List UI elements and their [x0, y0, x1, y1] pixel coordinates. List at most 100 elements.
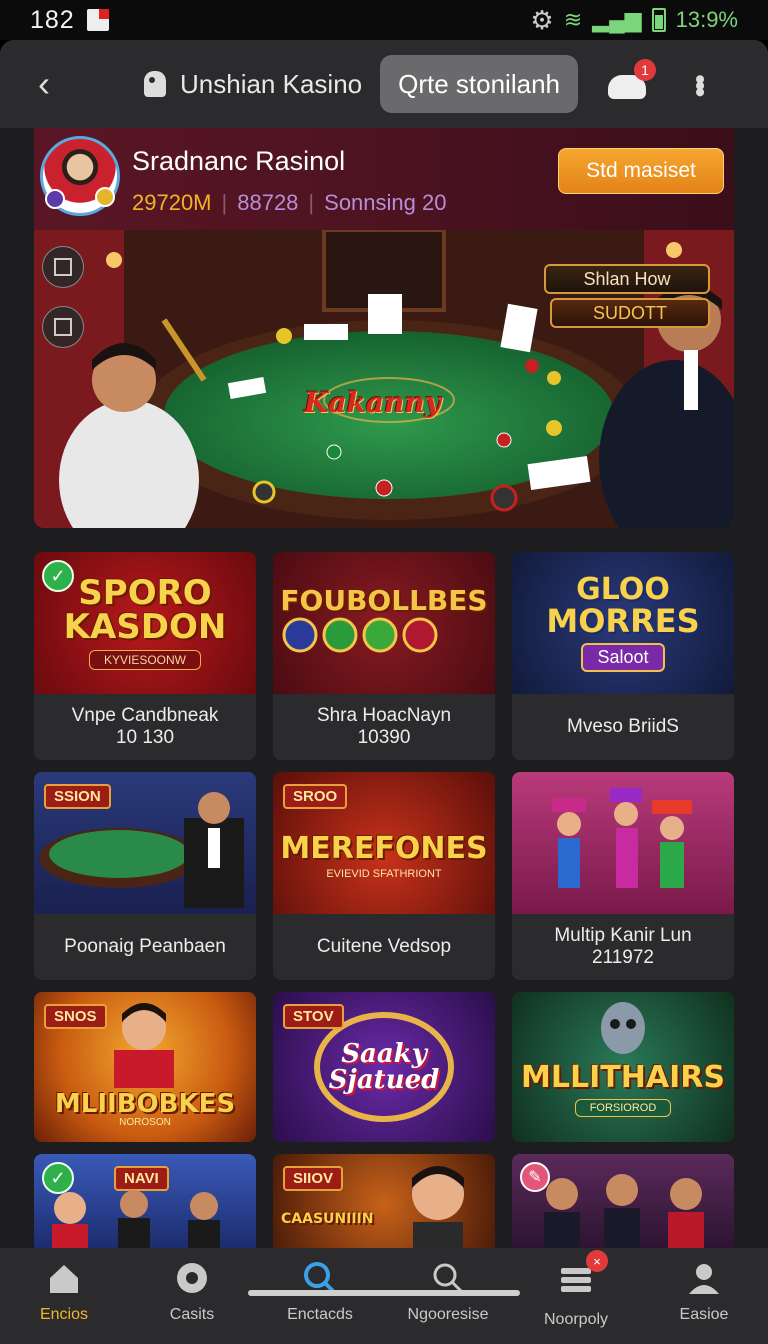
back-button[interactable]: ‹ [24, 63, 64, 104]
chevron-left-icon: ‹ [38, 63, 50, 104]
home-icon [50, 1265, 78, 1293]
hero-tag-support[interactable]: SUDOTT [550, 298, 710, 328]
game-logo-line1: SPORO [78, 573, 212, 613]
game-thumbnail: SNOS MLIIBOBKES NOROSON [34, 992, 256, 1142]
game-thumbnail: GLOO MORRES Saloot [512, 552, 734, 694]
game-logo-line2: MORRES [546, 601, 700, 640]
battery-percent: 13:9% [675, 7, 738, 32]
game-thumbnail: SROO MEREFONES EVIEVID SFATHRIONT [273, 772, 495, 914]
game-card[interactable]: ✎ [512, 1154, 734, 1254]
notifications-button[interactable]: 1 [608, 59, 656, 99]
game-card[interactable]: SIIOV CAASUNIIIN [273, 1154, 495, 1254]
game-logo-line1: GLOO [576, 571, 670, 607]
game-card[interactable]: GLOO MORRES Saloot Mveso BriidS [512, 552, 734, 760]
profile-action-button[interactable]: Std masiset [558, 148, 724, 194]
game-caption: Cuitene Vedsop [273, 914, 495, 980]
check-icon: ✓ [42, 560, 74, 592]
level-label: Sonnsing 20 [324, 190, 447, 215]
chip-icon [177, 1263, 207, 1293]
top-pill-button[interactable]: Qrte stonilanh [380, 55, 578, 113]
avatar[interactable] [40, 136, 120, 216]
xp-value: 88728 [237, 190, 299, 215]
nav-label: Ngooresise [407, 1306, 489, 1323]
game-logo-line2: Saaky Sjatued [328, 1039, 440, 1095]
game-sub-label: Saloot [581, 642, 665, 672]
game-sub-label: EVIEVID SFATHRIONT [326, 868, 442, 880]
game-thumbnail: MLLITHAIRS FORSIOROD [512, 992, 734, 1142]
game-grid: ✓ SPORO KASDON KYVIESOONW Vnpe Candbneak… [34, 552, 734, 1254]
nav-label: Noorpoly [543, 1311, 609, 1328]
game-tag-chip: SIIOV [283, 1166, 344, 1191]
game-thumbnail: SIIOV CAASUNIIIN [273, 1154, 495, 1254]
bottom-nav: Encios Casits Enctacds Ngooresise × Noor… [0, 1248, 768, 1344]
game-logo-line1: MLLITHAIRS [521, 1060, 725, 1095]
nav-label: Easioe [679, 1306, 729, 1323]
game-sub-label: KYVIESOONW [88, 650, 201, 670]
hero-tag-show[interactable]: Shlan How [544, 264, 710, 294]
notification-icon [86, 9, 109, 31]
game-card[interactable]: ✓ SPORO KASDON KYVIESOONW Vnpe Candbneak… [34, 552, 256, 760]
game-thumbnail: SSION [34, 772, 256, 914]
game-card[interactable]: Multip Kanir Lun 211972 [512, 772, 734, 980]
nav-noorpoly[interactable]: × Noorpoly [516, 1250, 636, 1329]
game-thumbnail [512, 772, 734, 914]
game-count: 10 130 [115, 727, 175, 748]
game-count: 211972 [592, 947, 654, 968]
nav-easioe[interactable]: Easioe [644, 1260, 764, 1324]
game-logo-line1: FOUBOLLBES [280, 583, 488, 617]
hero-banner[interactable]: Shlan How SUDOTT Kakanny [34, 230, 734, 528]
game-tag-chip: SSION [44, 784, 111, 809]
home-indicator[interactable] [248, 1290, 520, 1296]
battery-icon [651, 8, 666, 32]
game-title: Shra HoacNayn [316, 705, 452, 726]
game-title: Multip Kanir Lun [554, 925, 692, 946]
hero-share-icon[interactable] [42, 306, 84, 348]
notification-badge: 1 [634, 59, 656, 81]
game-card[interactable]: SSION Poonaig Peanbaen [34, 772, 256, 980]
game-caption: Vnpe Candbneak 10 130 [34, 694, 256, 760]
nav-label: Casits [169, 1306, 215, 1323]
game-card[interactable]: SNOS MLIIBOBKES NOROSON [34, 992, 256, 1142]
check-icon: ✓ [42, 1162, 74, 1194]
game-caption: Mveso BriidS [512, 694, 734, 760]
game-tag-chip: STOV [283, 1004, 344, 1029]
game-title: Cuitene Vedsop [316, 936, 452, 957]
game-count: 10390 [357, 727, 411, 748]
stat-divider: | [221, 190, 228, 215]
game-card[interactable]: ✓ NAVI [34, 1154, 256, 1254]
nav-label: Encios [39, 1306, 89, 1323]
winner-illustration [114, 1003, 174, 1088]
app-window: ‹ Unshian Kasino Qrte stonilanh 1 ••• Sr… [0, 40, 768, 1344]
coin-balance: 29720M [132, 190, 212, 215]
top-bar: ‹ Unshian Kasino Qrte stonilanh 1 ••• [0, 40, 768, 128]
game-logo-line2: MEREFONES [280, 831, 488, 866]
stat-divider: | [308, 190, 315, 215]
more-options-icon[interactable]: ••• [682, 74, 716, 94]
status-bar: 182 ⚙ ≋ ▂▄▆ 13:9% [0, 0, 768, 40]
robot-icon [601, 1002, 645, 1054]
nav-badge: × [586, 1250, 608, 1272]
players-illustration [52, 1190, 220, 1254]
status-icons: ⚙ ≋ ▂▄▆ 13:9% [530, 5, 738, 36]
game-sub-label: FORSIOROD [574, 1099, 672, 1117]
app-title: Unshian Kasino [180, 68, 363, 99]
game-logo-line2: CAASUNIIIN [281, 1211, 374, 1227]
hero-fullscreen-icon[interactable] [42, 246, 84, 288]
game-title: Poonaig Peanbaen [64, 936, 226, 957]
game-logo-line2: KASDON [63, 607, 227, 647]
nav-label: Enctacds [287, 1306, 353, 1323]
game-card[interactable]: STOV Saaky Sjatued [273, 992, 495, 1142]
profile-icon [689, 1264, 719, 1294]
game-card[interactable]: FOUBOLLBES Shra HoacNayn 10390 [273, 552, 495, 760]
nav-home[interactable]: Encios [4, 1260, 124, 1324]
settings-status-icon: ⚙ [530, 4, 554, 35]
game-tag-chip: SROO [283, 784, 348, 809]
game-card[interactable]: SROO MEREFONES EVIEVID SFATHRIONT Cuiten… [273, 772, 495, 980]
nav-casits[interactable]: Casits [132, 1260, 252, 1324]
gem-row-icon [282, 617, 438, 652]
profile-stats: 29720M | 88728 | Sonnsing 20 [132, 190, 446, 216]
game-title: Mveso BriidS [567, 716, 679, 737]
game-card[interactable]: MLLITHAIRS FORSIOROD [512, 992, 734, 1142]
game-caption: Poonaig Peanbaen [34, 914, 256, 980]
game-title: Vnpe Candbneak [71, 705, 219, 726]
